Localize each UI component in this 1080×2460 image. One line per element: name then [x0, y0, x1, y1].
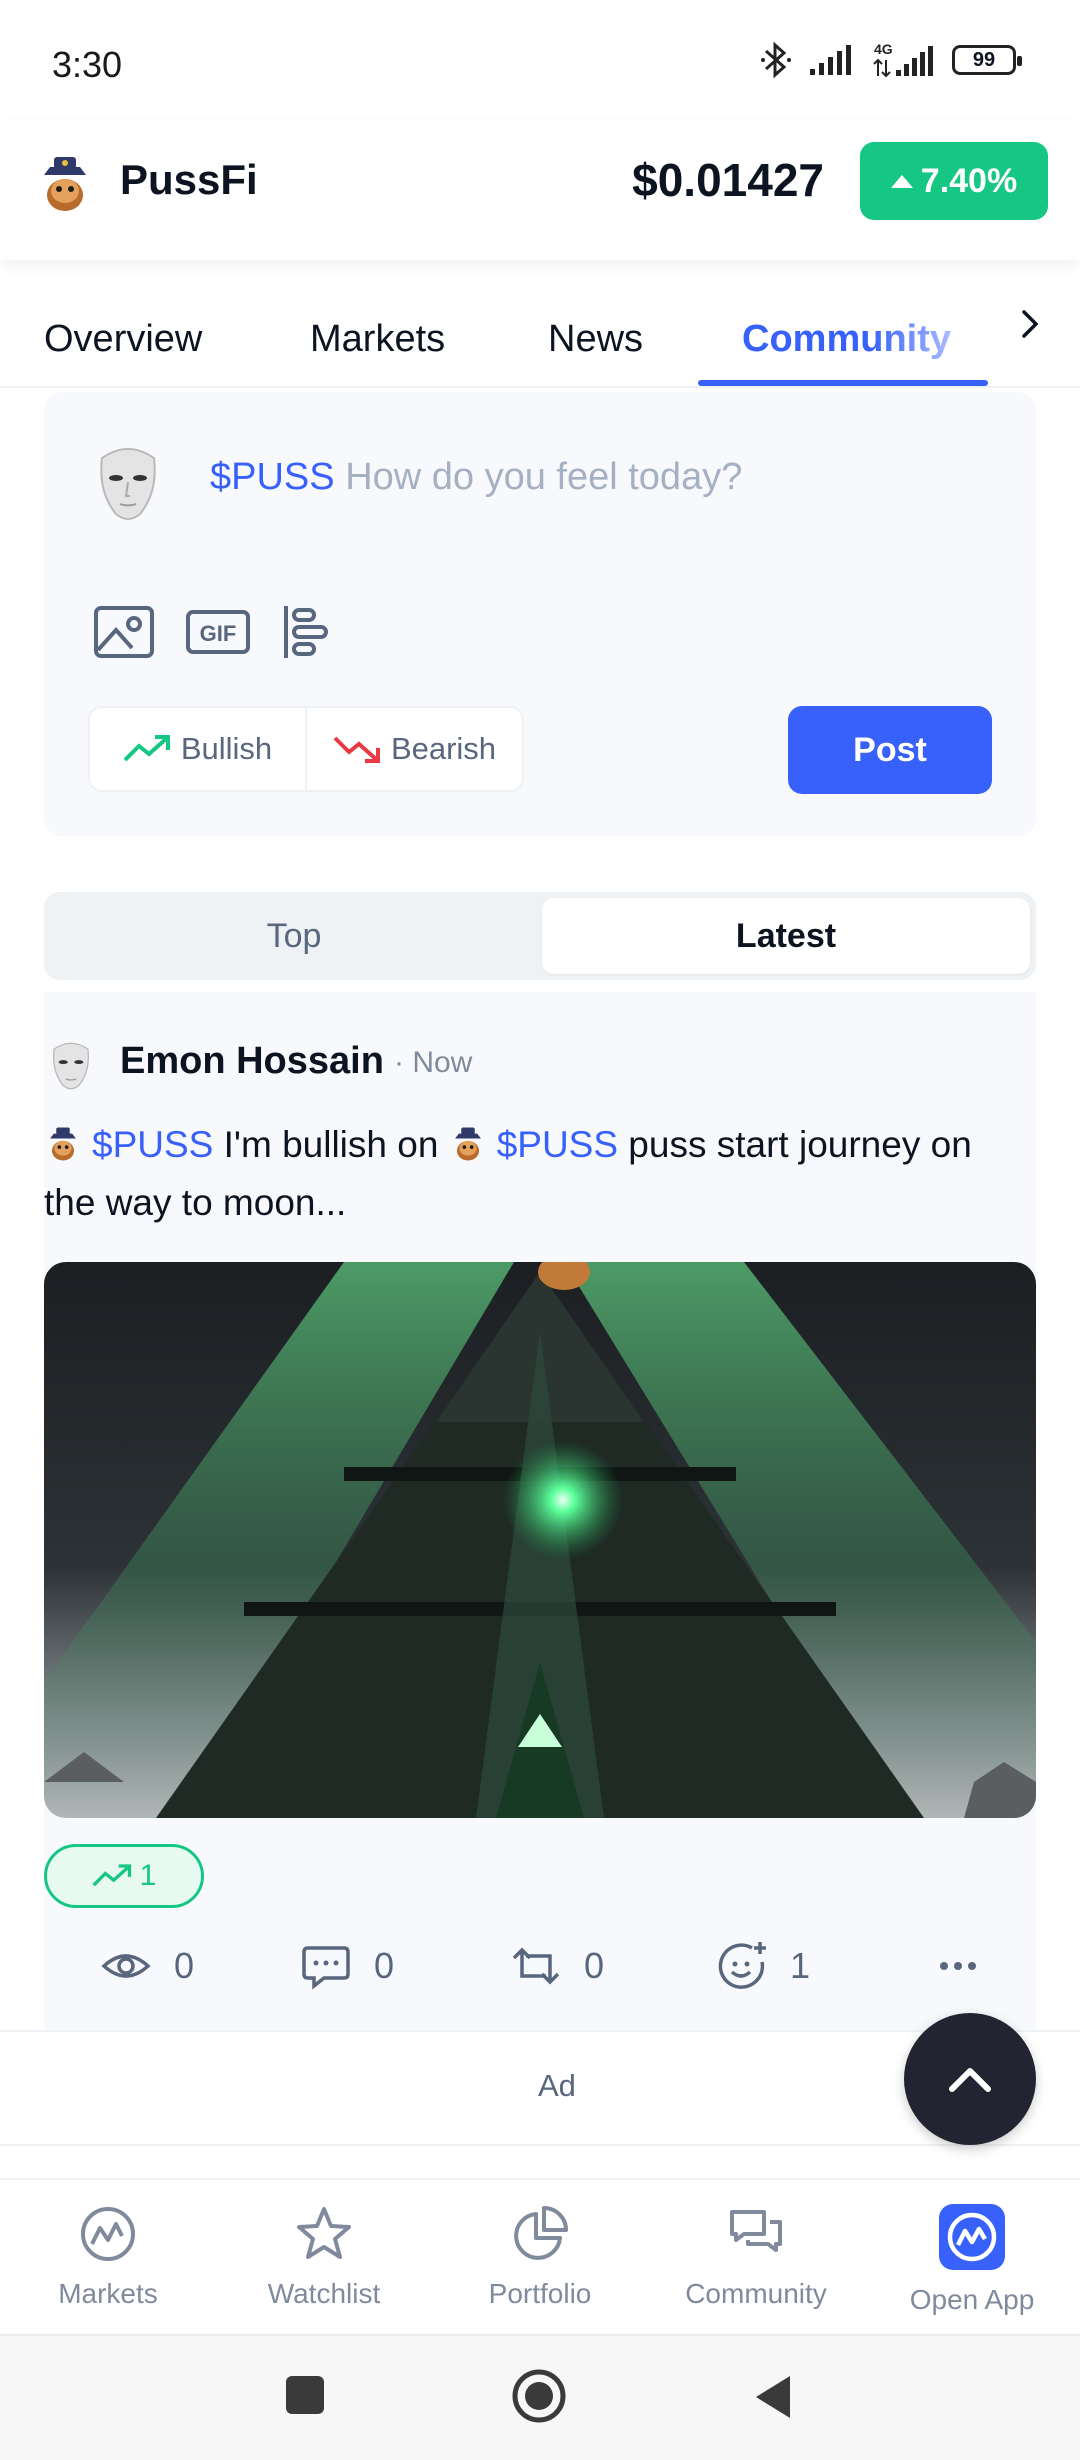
nav-label: Portfolio — [488, 2278, 592, 2309]
post-composer: $PUSS How do you feel today? GIF Bullish — [44, 392, 1036, 836]
price-change-value: 7.40% — [920, 161, 1018, 200]
scroll-to-top-button[interactable] — [904, 2013, 1036, 2145]
post-text-part: I'm bullish on — [213, 1124, 449, 1165]
coin-name: PussFi — [120, 156, 258, 203]
nav-watchlist[interactable]: Watchlist — [216, 2204, 432, 2310]
signal-4g-icon: 4G — [873, 41, 933, 78]
bullish-count: 1 — [139, 1859, 157, 1892]
nav-label: Open App — [909, 2284, 1035, 2315]
comments-count: 0 — [374, 1945, 395, 1986]
status-icons: 4G 99 — [758, 40, 1022, 80]
back-icon[interactable] — [752, 2374, 794, 2420]
bullish-label: Bullish — [180, 731, 273, 766]
pussfi-logo-icon — [50, 1127, 76, 1161]
sort-top-button[interactable]: Top — [50, 898, 538, 974]
nav-label: Watchlist — [267, 2278, 381, 2309]
poll-icon[interactable] — [280, 602, 344, 662]
views-count: 0 — [174, 1945, 195, 1986]
signal-icon — [810, 45, 851, 75]
repost-icon — [512, 1947, 560, 1985]
views-stat: 0 — [100, 1940, 194, 1992]
post-time: · Now — [394, 1046, 473, 1079]
coin-header: PussFi $0.01427 7.40% — [0, 120, 1080, 260]
chevron-right-icon[interactable] — [1010, 304, 1050, 344]
status-time: 3:30 — [52, 44, 123, 85]
user-avatar — [100, 448, 156, 520]
gif-icon[interactable]: GIF — [186, 602, 250, 662]
coin-price: $0.01427 — [632, 154, 824, 206]
bearish-button[interactable]: Bearish — [305, 708, 522, 790]
chevron-up-icon — [949, 2068, 991, 2092]
coin-tabs: Overview Markets News Community — [0, 260, 1080, 388]
star-icon — [297, 2207, 351, 2259]
svg-text:GIF: GIF — [200, 621, 237, 646]
pussfi-logo-icon — [454, 1127, 481, 1161]
system-navigation-bar — [0, 2334, 1080, 2460]
add-reaction-icon — [718, 1942, 766, 1989]
repost-button[interactable]: 0 — [510, 1940, 604, 1992]
reposts-count: 0 — [584, 1945, 605, 1986]
trend-up-icon — [92, 1864, 131, 1887]
post-input[interactable]: $PUSS How do you feel today? — [210, 456, 742, 499]
composer-placeholder: How do you feel today? — [345, 456, 743, 498]
bearish-label: Bearish — [390, 731, 497, 766]
nav-community[interactable]: Community — [648, 2204, 864, 2310]
more-icon — [940, 1962, 976, 1970]
trend-up-icon — [123, 735, 170, 762]
tab-overview[interactable]: Overview — [44, 318, 202, 361]
active-tab-indicator — [698, 380, 988, 386]
network-label: 4G — [874, 41, 893, 57]
bullish-reaction-chip[interactable]: 1 — [44, 1844, 204, 1908]
post-actions: 0 0 0 1 — [44, 1930, 1036, 2000]
tab-markets[interactable]: Markets — [310, 318, 445, 361]
tab-community[interactable]: Community — [742, 318, 951, 361]
up-triangle-icon — [890, 174, 913, 188]
reactions-count: 1 — [790, 1945, 811, 1986]
app-logo-mark — [947, 2212, 997, 2262]
markets-icon — [81, 2207, 135, 2261]
reaction-button[interactable]: 1 — [716, 1940, 810, 1992]
bluetooth-icon — [761, 41, 791, 79]
price-change-badge: 7.40% — [860, 142, 1048, 220]
sort-latest-button[interactable]: Latest — [542, 898, 1030, 974]
home-icon[interactable] — [511, 2368, 567, 2424]
feed-sort-toggle: Top Latest — [44, 892, 1036, 980]
sentiment-selector: Bullish Bearish — [88, 706, 524, 792]
tab-news[interactable]: News — [548, 318, 643, 361]
nav-label: Markets — [58, 2278, 158, 2309]
battery-level: 99 — [972, 48, 996, 71]
post-ticker-link[interactable]: $PUSS — [92, 1124, 213, 1165]
recent-apps-icon[interactable] — [284, 2374, 326, 2416]
battery-icon: 99 — [952, 45, 1022, 75]
chat-icon — [730, 2210, 782, 2252]
nav-label: Community — [685, 2278, 827, 2309]
bottom-navigation: Markets Watchlist Portfolio Community Op… — [0, 2178, 1080, 2334]
post-image[interactable] — [44, 1262, 1036, 1818]
ad-label: Ad — [538, 2068, 576, 2103]
author-avatar[interactable] — [50, 1040, 92, 1092]
nav-markets[interactable]: Markets — [0, 2204, 216, 2310]
pussfi-logo-icon — [44, 157, 86, 211]
more-options-button[interactable] — [932, 1940, 984, 1992]
trend-down-icon — [333, 736, 380, 763]
post-author[interactable]: Emon Hossain — [120, 1040, 384, 1083]
comment-button[interactable]: 0 — [300, 1940, 394, 1992]
nav-portfolio[interactable]: Portfolio — [432, 2204, 648, 2310]
post-ticker-link[interactable]: $PUSS — [497, 1124, 618, 1165]
post-card[interactable]: Emon Hossain · Now $PUSS I'm bullish on … — [44, 992, 1036, 2030]
coinmarketcap-logo-icon — [939, 2204, 1005, 2270]
eye-icon — [101, 1954, 151, 1978]
composer-tools: GIF — [92, 602, 344, 662]
post-button[interactable]: Post — [788, 706, 992, 794]
composer-ticker: $PUSS — [210, 456, 335, 498]
image-icon[interactable] — [92, 602, 156, 662]
comment-icon — [302, 1946, 350, 1990]
pie-chart-icon — [514, 2206, 568, 2260]
nav-open-app[interactable]: Open App — [864, 2204, 1080, 2316]
post-text: $PUSS I'm bullish on $PUSS puss start jo… — [44, 1116, 1024, 1232]
bullish-button[interactable]: Bullish — [90, 708, 305, 790]
status-bar: 3:30 4G 99 — [0, 0, 1080, 120]
